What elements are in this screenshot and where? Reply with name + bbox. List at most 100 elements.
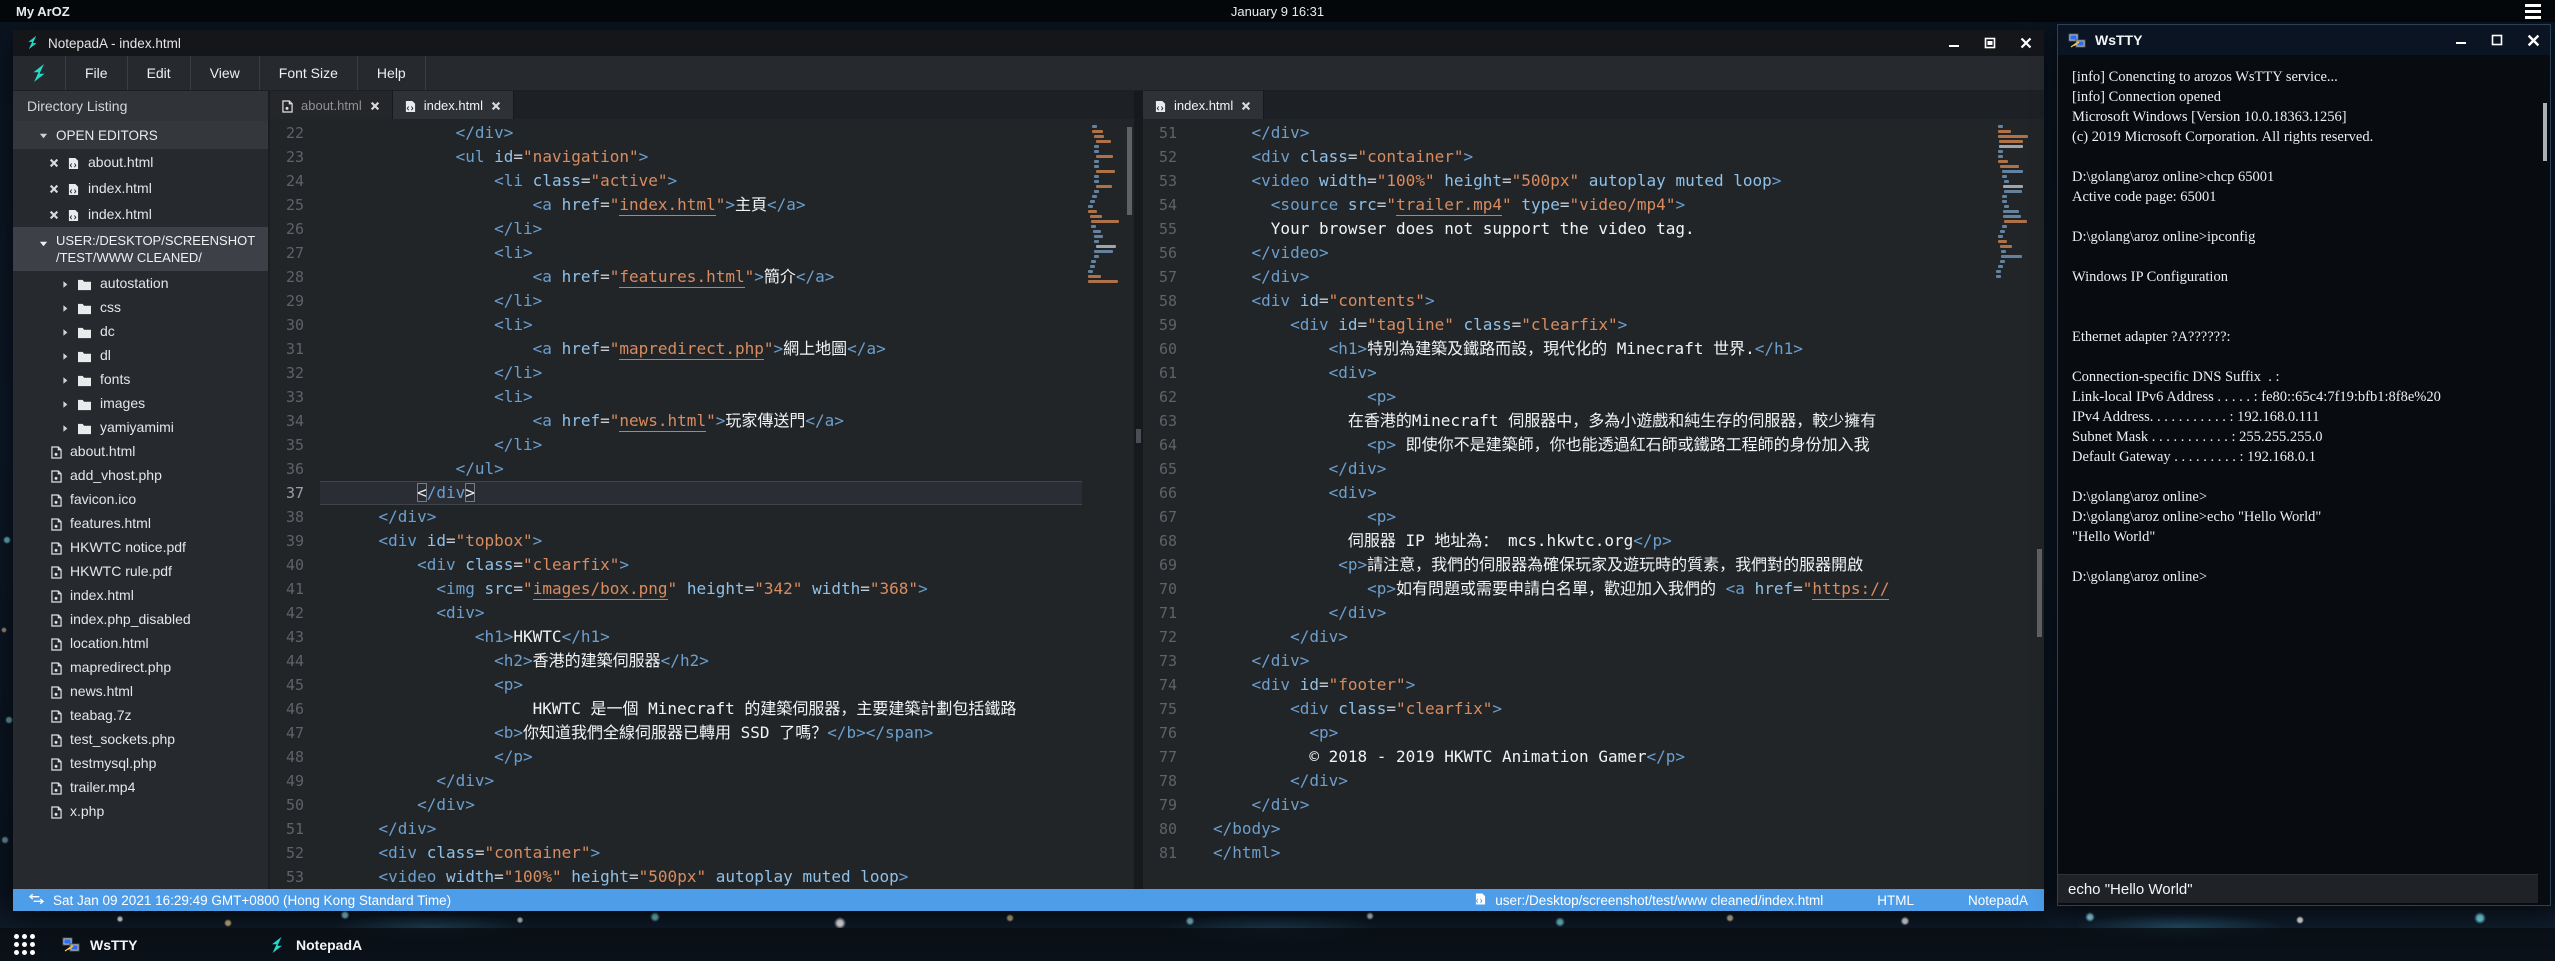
code-line[interactable]: <li> — [320, 241, 1082, 265]
maximize-icon[interactable] — [2491, 34, 2503, 46]
code-line[interactable]: <h2>香港的建築伺服器</h2> — [320, 649, 1082, 673]
code-line[interactable]: <div id="tagline" class="clearfix"> — [1193, 313, 1992, 337]
minimize-icon[interactable] — [2455, 34, 2467, 46]
wstty-titlebar[interactable]: WsTTY — [2058, 25, 2550, 55]
sidebar-file-testmysql.php[interactable]: testmysql.php — [13, 751, 268, 775]
open-editors-section[interactable]: OPEN EDITORS — [13, 121, 268, 149]
code-line[interactable]: <div> — [320, 601, 1082, 625]
sidebar-file-features.html[interactable]: features.html — [13, 511, 268, 535]
code-line[interactable]: <li> — [320, 313, 1082, 337]
sidebar-file-mapredirect.php[interactable]: mapredirect.php — [13, 655, 268, 679]
code-line[interactable]: <div class="container"> — [320, 841, 1082, 865]
code-line[interactable]: <p> — [1193, 721, 1992, 745]
minimize-icon[interactable] — [1948, 37, 1960, 49]
scrollbar[interactable] — [1126, 119, 1134, 889]
sidebar-file-test_sockets.php[interactable]: test_sockets.php — [13, 727, 268, 751]
app-grid-icon[interactable] — [14, 934, 35, 955]
code-line[interactable]: <div id="topbox"> — [320, 529, 1082, 553]
sidebar-file-index.html[interactable]: index.html — [13, 583, 268, 607]
menu-item-file[interactable]: File — [65, 56, 128, 90]
code-line[interactable]: <video width="100%" height="500px" autop… — [320, 865, 1082, 889]
tab-index.html[interactable]: index.html — [1143, 91, 1264, 119]
sidebar-root-folder[interactable]: USER:/DESKTOP/SCREENSHOT /TEST/WWW CLEAN… — [13, 227, 268, 271]
code-line[interactable]: <ul id="navigation"> — [320, 145, 1082, 169]
code-line[interactable]: </div> — [320, 121, 1082, 145]
sidebar-folder-dl[interactable]: dl — [13, 343, 268, 367]
code-line[interactable]: </div> — [1193, 649, 1992, 673]
sidebar-file-favicon.ico[interactable]: favicon.ico — [13, 487, 268, 511]
code-line[interactable]: 在香港的Minecraft 伺服器中，多為小遊戲和純生存的伺服器，較少擁有 — [1193, 409, 1992, 433]
code-line[interactable]: </div> — [1193, 769, 1992, 793]
code-line[interactable]: </ul> — [320, 457, 1082, 481]
open-editor-item[interactable]: about.html — [13, 149, 268, 175]
menu-item-edit[interactable]: Edit — [128, 56, 191, 90]
code-line[interactable]: <h1>特別為建築及鐵路而設，現代化的 Minecraft 世界.</h1> — [1193, 337, 1992, 361]
sidebar-folder-css[interactable]: css — [13, 295, 268, 319]
code-line[interactable]: HKWTC 是一個 Minecraft 的建築伺服器，主要建築計劃包括鐵路 — [320, 697, 1082, 721]
code-line[interactable]: Your browser does not support the video … — [1193, 217, 1992, 241]
code-line[interactable]: <div id="footer"> — [1193, 673, 1992, 697]
code-line[interactable]: <div class="clearfix"> — [1193, 697, 1992, 721]
sidebar-folder-autostation[interactable]: autostation — [13, 271, 268, 295]
code-line[interactable]: </video> — [1193, 241, 1992, 265]
sidebar-folder-yamiyamimi[interactable]: yamiyamimi — [13, 415, 268, 439]
code-line[interactable]: </p> — [320, 745, 1082, 769]
code-line[interactable]: </body> — [1193, 817, 1992, 841]
scrollbar[interactable] — [2036, 119, 2044, 889]
sidebar-file-trailer.mp4[interactable]: trailer.mp4 — [13, 775, 268, 799]
sidebar-file-HKWTC rule.pdf[interactable]: HKWTC rule.pdf — [13, 559, 268, 583]
sidebar-folder-images[interactable]: images — [13, 391, 268, 415]
close-x-icon[interactable] — [49, 206, 59, 222]
code-line[interactable]: </li> — [320, 217, 1082, 241]
menu-item-view[interactable]: View — [191, 56, 260, 90]
code-line[interactable]: <p> — [320, 673, 1082, 697]
menu-item-font-size[interactable]: Font Size — [260, 56, 358, 90]
tab-about.html[interactable]: about.html — [270, 91, 393, 119]
scrollbar-thumb[interactable] — [2543, 103, 2547, 161]
taskbar-item-wstty[interactable]: WsTTY — [62, 928, 137, 961]
code-line[interactable]: </div> — [1193, 625, 1992, 649]
code-line[interactable]: </div> — [1193, 265, 1992, 289]
code-line[interactable]: <img src="images/box.png" height="342" w… — [320, 577, 1082, 601]
code-line[interactable]: </html> — [1193, 841, 1992, 865]
code-line[interactable]: </div> — [1193, 121, 1992, 145]
code-line[interactable]: <p>請注意，我們的伺服器為確保玩家及遊玩時的質素，我們對的服器開啟 — [1193, 553, 1992, 577]
code-area[interactable]: </div> <ul id="navigation"> <li class="a… — [320, 119, 1082, 889]
code-line[interactable]: <h1>HKWTC</h1> — [320, 625, 1082, 649]
code-line[interactable]: © 2018 - 2019 HKWTC Animation Gamer</p> — [1193, 745, 1992, 769]
code-line[interactable]: <a href="features.html">簡介</a> — [320, 265, 1082, 289]
splitter-grip[interactable] — [1136, 429, 1141, 443]
menu-item-help[interactable]: Help — [358, 56, 426, 90]
code-line[interactable]: <div> — [1193, 481, 1992, 505]
code-line[interactable]: </div> — [320, 481, 1082, 505]
notepada-titlebar[interactable]: NotepadA - index.html — [13, 30, 2044, 56]
code-line[interactable]: <div class="container"> — [1193, 145, 1992, 169]
code-line[interactable]: <p> — [1193, 385, 1992, 409]
code-line[interactable]: <div id="contents"> — [1193, 289, 1992, 313]
sidebar-file-news.html[interactable]: news.html — [13, 679, 268, 703]
close-icon[interactable] — [2527, 34, 2540, 47]
close-x-icon[interactable] — [49, 154, 59, 170]
code-line[interactable]: <a href="mapredirect.php">網上地圖</a> — [320, 337, 1082, 361]
code-line[interactable]: <a href="index.html">主頁</a> — [320, 193, 1082, 217]
sidebar-file-location.html[interactable]: location.html — [13, 631, 268, 655]
maximize-icon[interactable] — [1984, 37, 1996, 49]
sidebar-file-teabag.7z[interactable]: teabag.7z — [13, 703, 268, 727]
code-line[interactable]: </div> — [320, 769, 1082, 793]
code-line[interactable]: </div> — [320, 793, 1082, 817]
tab-close-icon[interactable] — [370, 98, 380, 113]
sidebar-folder-fonts[interactable]: fonts — [13, 367, 268, 391]
code-line[interactable]: <p> — [1193, 505, 1992, 529]
code-line[interactable]: </div> — [1193, 793, 1992, 817]
code-line[interactable]: <div> — [1193, 361, 1992, 385]
code-line[interactable]: <li class="active"> — [320, 169, 1082, 193]
code-line[interactable]: </div> — [1193, 601, 1992, 625]
hamburger-menu-icon[interactable] — [2525, 4, 2541, 19]
code-line[interactable]: </div> — [1193, 457, 1992, 481]
open-editor-item[interactable]: index.html — [13, 201, 268, 227]
code-area[interactable]: </div> <div class="container"> <video wi… — [1193, 119, 1992, 889]
code-line[interactable]: </li> — [320, 361, 1082, 385]
open-editor-item[interactable]: index.html — [13, 175, 268, 201]
scrollbar-thumb[interactable] — [2037, 549, 2042, 637]
sidebar-file-index.php_disabled[interactable]: index.php_disabled — [13, 607, 268, 631]
